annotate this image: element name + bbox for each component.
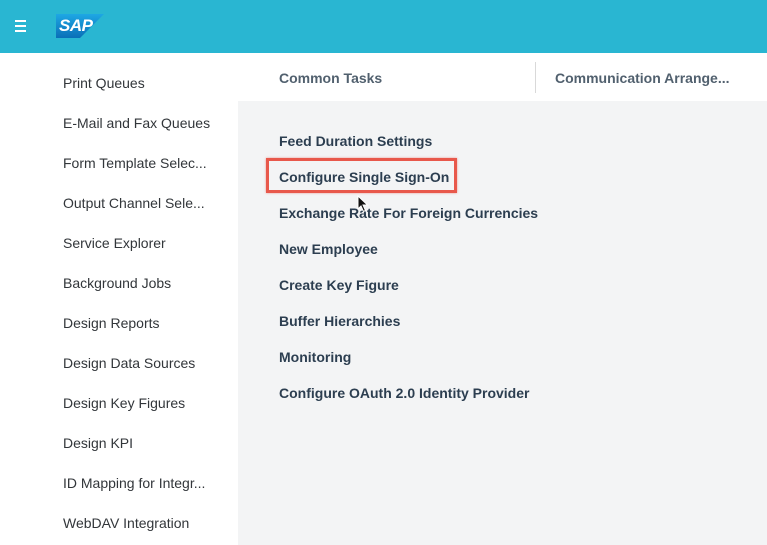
sidebar-item-design-key-figures[interactable]: Design Key Figures: [63, 395, 185, 411]
shell-header: SAP: [0, 0, 767, 53]
task-monitoring[interactable]: Monitoring: [279, 349, 351, 365]
tab-communication-arrangements[interactable]: Communication Arrange...: [555, 70, 730, 86]
app-shell: SAP Print Queues E-Mail and Fax Queues F…: [0, 0, 767, 545]
sidebar-item-design-reports[interactable]: Design Reports: [63, 315, 160, 331]
sap-logo-text: SAP: [59, 16, 93, 35]
sidebar-item-email-fax-queues[interactable]: E-Mail and Fax Queues: [63, 115, 210, 131]
hamburger-menu-icon[interactable]: [12, 17, 30, 35]
task-configure-single-sign-on[interactable]: Configure Single Sign-On: [279, 169, 449, 185]
sap-logo[interactable]: SAP: [56, 14, 104, 38]
task-new-employee[interactable]: New Employee: [279, 241, 378, 257]
sidebar-item-service-explorer[interactable]: Service Explorer: [63, 235, 166, 251]
task-feed-duration-settings[interactable]: Feed Duration Settings: [279, 133, 432, 149]
sidebar-item-id-mapping[interactable]: ID Mapping for Integr...: [63, 475, 205, 491]
mouse-pointer-icon: [357, 195, 369, 213]
common-tasks-panel: Feed Duration Settings Configure Single …: [238, 101, 767, 545]
group-tab-bar: Common Tasks Communication Arrange...: [238, 53, 767, 101]
tab-divider: [535, 62, 536, 93]
task-configure-oauth-identity-provider[interactable]: Configure OAuth 2.0 Identity Provider: [279, 385, 529, 401]
sidebar-item-background-jobs[interactable]: Background Jobs: [63, 275, 171, 291]
sidebar-item-design-kpi[interactable]: Design KPI: [63, 435, 133, 451]
sidebar-item-webdav-integration[interactable]: WebDAV Integration: [63, 515, 189, 531]
sidebar-item-design-data-sources[interactable]: Design Data Sources: [63, 355, 195, 371]
sidebar-item-output-channel-selection[interactable]: Output Channel Sele...: [63, 195, 205, 211]
tab-common-tasks[interactable]: Common Tasks: [279, 70, 382, 86]
sidebar: Print Queues E-Mail and Fax Queues Form …: [0, 53, 238, 545]
sidebar-item-print-queues[interactable]: Print Queues: [63, 75, 145, 91]
task-buffer-hierarchies[interactable]: Buffer Hierarchies: [279, 313, 400, 329]
task-exchange-rate[interactable]: Exchange Rate For Foreign Currencies: [279, 205, 538, 221]
task-create-key-figure[interactable]: Create Key Figure: [279, 277, 399, 293]
sidebar-item-form-template-selection[interactable]: Form Template Selec...: [63, 155, 207, 171]
